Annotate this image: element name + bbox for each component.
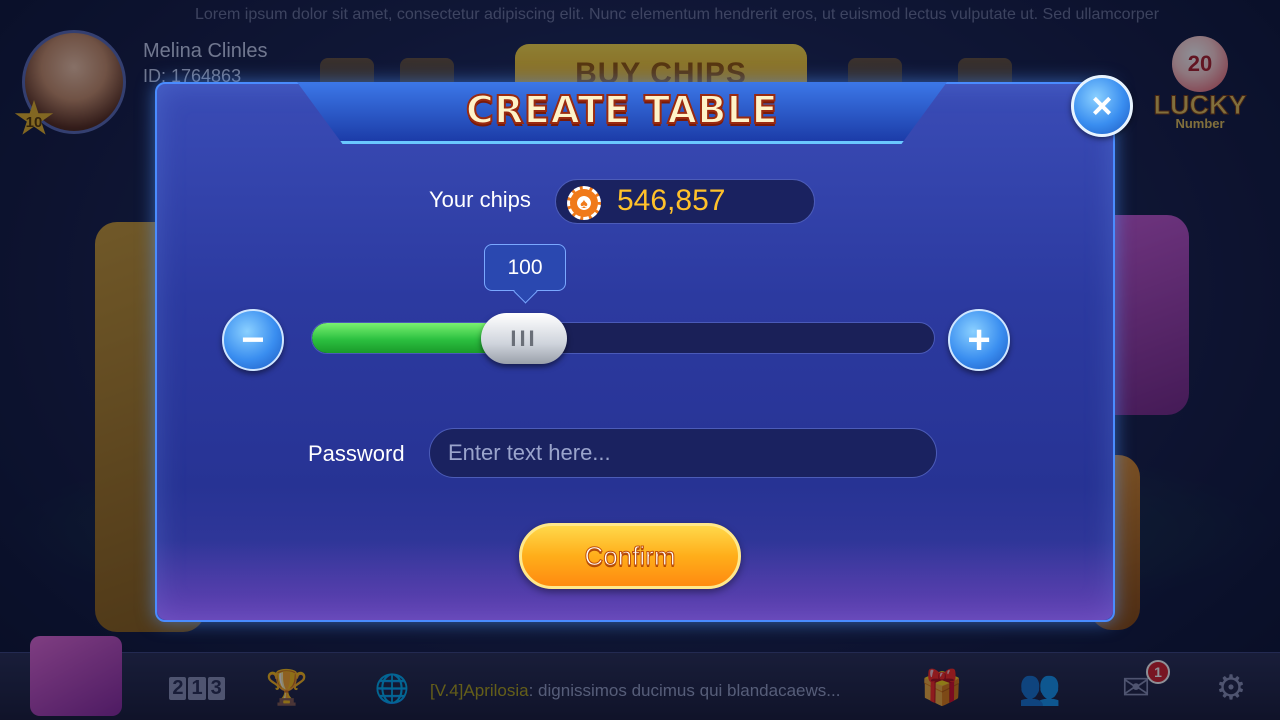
chips-value: 546,857 <box>617 184 726 217</box>
bet-slider-handle[interactable]: III <box>481 313 567 364</box>
dialog-title: CREATE TABLE <box>465 87 779 133</box>
slider-value-tooltip: 100 <box>484 244 566 291</box>
decrease-button[interactable]: − <box>222 309 284 371</box>
password-input[interactable] <box>429 428 937 478</box>
your-chips-label: Your chips <box>429 187 531 212</box>
password-label: Password <box>308 441 405 466</box>
confirm-button[interactable]: Confirm <box>519 523 741 589</box>
bet-slider-fill <box>312 323 499 353</box>
poker-chip-icon: ♠ <box>567 186 601 220</box>
close-button[interactable]: × <box>1071 75 1133 137</box>
bet-slider-track[interactable] <box>311 322 935 354</box>
increase-button[interactable]: + <box>948 309 1010 371</box>
